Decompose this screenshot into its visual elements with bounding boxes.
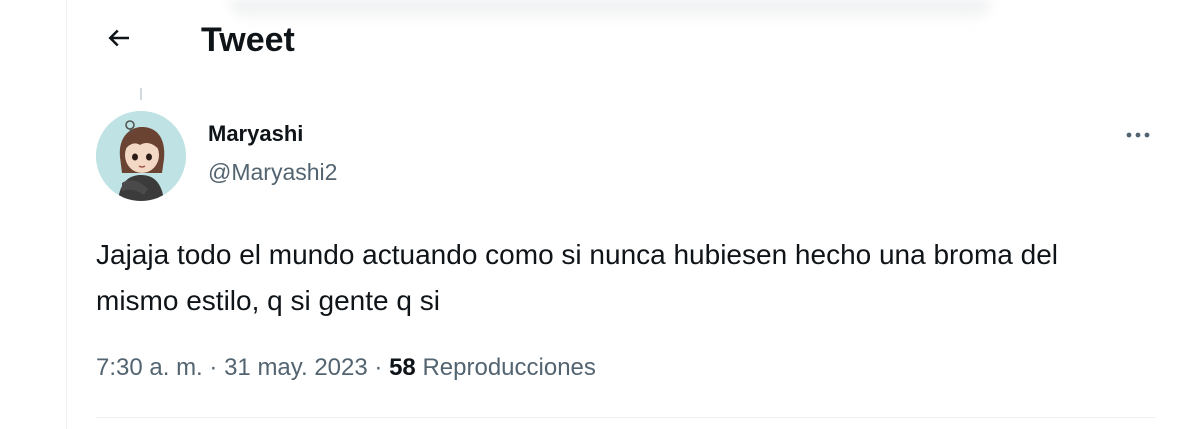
tweet-date: 31 may. 2023 (224, 354, 368, 381)
page-title: Tweet (201, 21, 295, 59)
thread-connector-line (140, 88, 142, 100)
divider (96, 417, 1156, 418)
tweet-page: Tweet Maryashi @Maryashi2 Jajaja todo el… (0, 0, 1200, 429)
author-display-name[interactable]: Maryashi (208, 120, 303, 148)
tweet-date-link[interactable]: 31 may. 2023 (224, 354, 368, 381)
views-label: Reproducciones (422, 354, 596, 381)
tweet-time: 7:30 a. m. (96, 354, 203, 381)
tweet-time-link[interactable]: 7:30 a. m. (96, 354, 203, 381)
avatar[interactable] (96, 111, 186, 201)
back-button[interactable] (97, 16, 141, 60)
arrow-left-icon (108, 29, 129, 47)
views-link[interactable]: 58 Reproducciones (389, 354, 596, 381)
tweet-metadata: 7:30 a. m. · 31 may. 2023 · 58 Reproducc… (96, 352, 596, 384)
author-handle[interactable]: @Maryashi2 (208, 157, 337, 187)
more-horizontal-icon (1126, 132, 1150, 138)
avatar-illustration-icon (96, 111, 186, 201)
page-header: Tweet (67, 0, 1200, 80)
tweet-text: Jajaja todo el mundo actuando como si nu… (96, 239, 1058, 316)
views-count: 58 (389, 354, 416, 381)
meta-separator: · (209, 354, 218, 381)
more-options-button[interactable] (1118, 120, 1158, 150)
meta-separator-2: · (374, 354, 383, 381)
